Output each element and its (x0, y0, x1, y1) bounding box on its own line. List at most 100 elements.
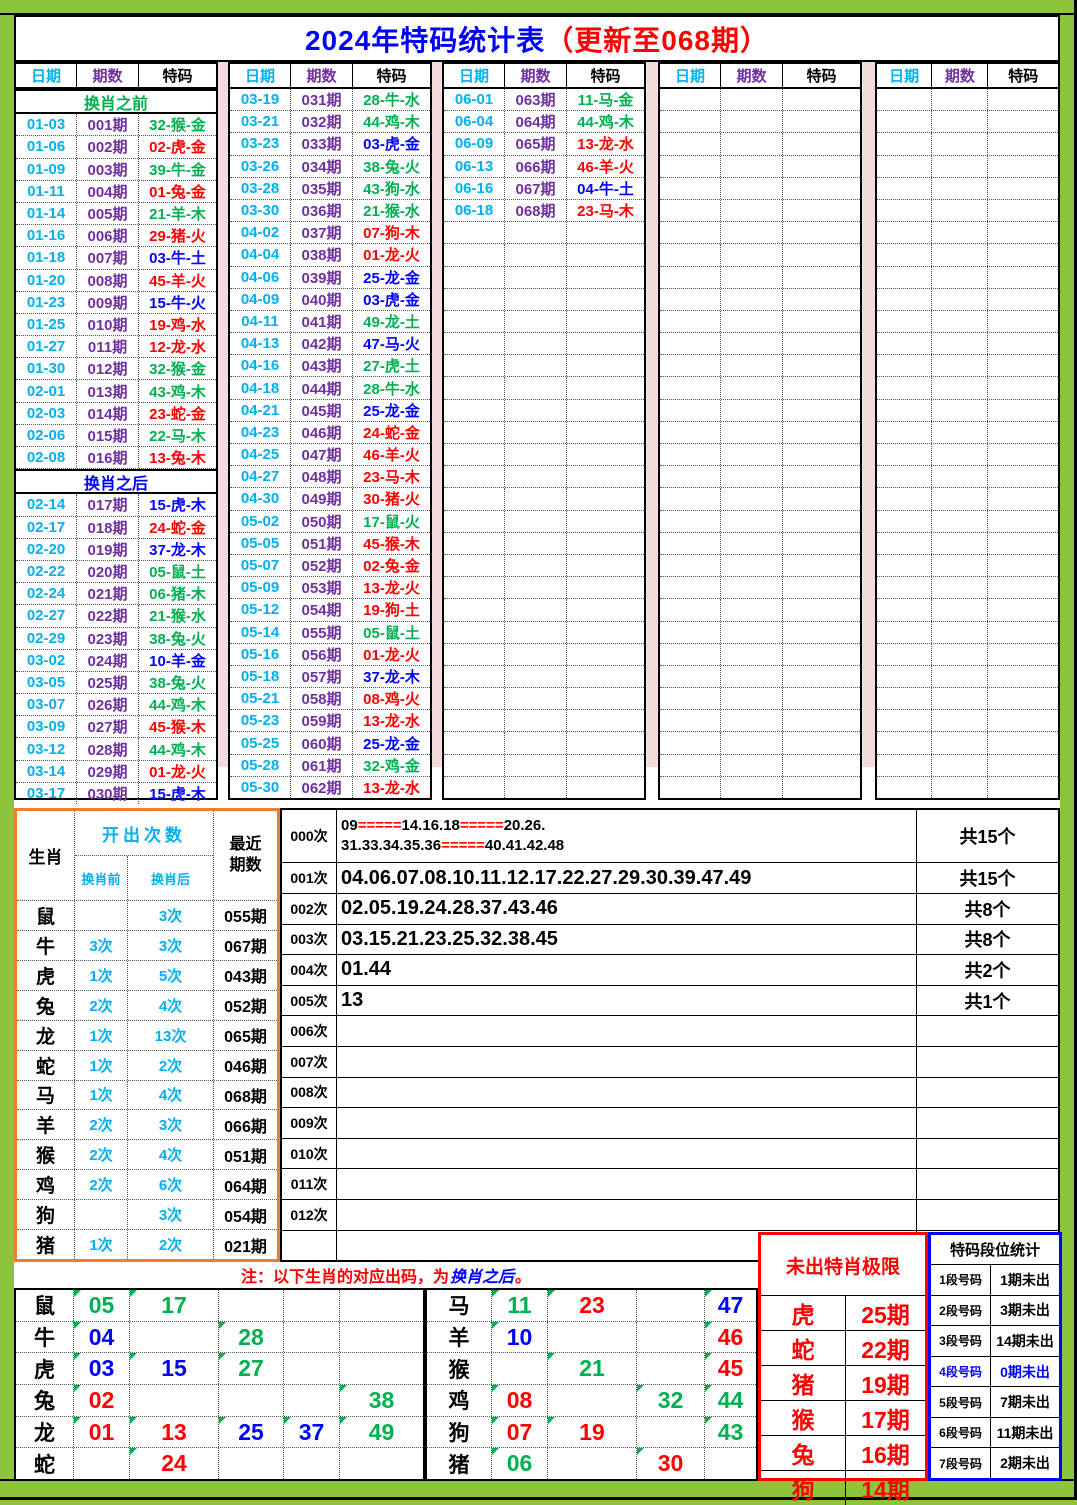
code-column-header: 特码 (782, 64, 860, 87)
date-cell: 01-27 (26, 338, 66, 356)
period-cell: 060期 (290, 732, 352, 754)
frequency-row: 011次 (282, 1169, 1058, 1200)
date-cell (660, 488, 720, 509)
date-cell (660, 599, 720, 620)
code-cell: 02-兔-金 (352, 554, 430, 577)
period-table-body (660, 89, 860, 798)
date-cell: 04-09 (240, 290, 280, 308)
period-cell: 004期 (76, 180, 138, 202)
frequency-total-cell: 共15个 (959, 869, 1016, 890)
table-row: 06-13 066期 46-羊-火 (444, 155, 644, 178)
code-cell: 01-龙-火 (138, 760, 216, 782)
frequency-numbers-cell: 04.06.07.08.10.11.12.17.22.27.29.30.39.4… (337, 863, 917, 893)
table-row: 03-17 030期 15-虎-木 (16, 782, 216, 804)
code-cell (566, 444, 644, 466)
code-cell (987, 510, 1058, 532)
code-cell (987, 333, 1058, 355)
period-cell (931, 266, 987, 288)
date-cell (877, 111, 931, 132)
code-cell (566, 732, 644, 754)
date-cell: 03-28 (240, 179, 280, 197)
period-cell (720, 199, 782, 222)
code-cell (782, 599, 860, 621)
number-cell: 37 (284, 1416, 340, 1448)
frequency-numbers-cell (337, 1108, 917, 1138)
frequency-number-segment: ===== (357, 816, 402, 834)
code-cell: 12-龙-水 (138, 336, 216, 358)
frequency-total-cell: 共1个 (964, 991, 1011, 1012)
date-cell (660, 289, 720, 310)
number-cell (340, 1448, 423, 1479)
table-row: 03-28 035期 43-狗-水 (230, 177, 430, 200)
period-cell: 054期 (290, 599, 352, 621)
frequency-label-cell: 004次 (282, 955, 337, 985)
code-cell (566, 355, 644, 377)
date-cell (877, 289, 931, 310)
table-row (877, 222, 1058, 245)
table-row (877, 111, 1058, 134)
date-cell (877, 222, 931, 243)
date-cell: 05-30 (240, 778, 280, 796)
period-cell (931, 399, 987, 421)
table-row: 03-21 032期 44-鸡-木 (230, 111, 430, 134)
period-cell (931, 377, 987, 399)
period-cell (504, 377, 566, 399)
number-cell (637, 1290, 705, 1321)
frequency-numbers-line: 31.33.34.35.36=====40.41.42.48 (341, 836, 916, 856)
table-row (660, 599, 860, 622)
zodiac-cell: 蛇 (16, 1448, 74, 1480)
number-cell: 15 (130, 1353, 219, 1385)
table-row (660, 643, 860, 666)
zodiac-cell: 猴 (17, 1140, 75, 1170)
period-table-group: 日期 期数 特码 06-01 063期 11-马-金 06-04 064期 44-鸡-木 06-0… (442, 62, 646, 800)
table-row (660, 444, 860, 467)
period-cell (504, 288, 566, 310)
date-cell (444, 577, 504, 598)
table-row (877, 444, 1058, 467)
period-cell (504, 554, 566, 577)
date-cell (660, 688, 720, 709)
date-cell (877, 511, 931, 532)
table-row: 01-25 010期 19-鸡-水 (16, 313, 216, 337)
period-cell (504, 333, 566, 355)
table-row: 03-05 025期 38-兔-火 (16, 671, 216, 695)
code-cell: 21-羊-木 (138, 202, 216, 225)
date-cell (660, 444, 720, 465)
code-cell (782, 754, 860, 776)
period-cell: 032期 (290, 111, 352, 133)
number-cell (637, 1321, 705, 1353)
table-row (877, 643, 1058, 666)
zodiac-number-row: 龙 01 13 25 37 49 (16, 1416, 423, 1449)
number-cell: 49 (340, 1416, 423, 1448)
date-cell (660, 533, 720, 554)
zodiac-stats-row: 兔 2次 4次 052期 (17, 990, 277, 1021)
period-cell (504, 732, 566, 754)
code-cell (782, 199, 860, 222)
date-cell: 02-14 (26, 496, 66, 514)
table-row (660, 288, 860, 311)
number-cell: 10 (492, 1321, 548, 1353)
frequency-numbers-cell (337, 1077, 917, 1108)
recent-period-cell: 066期 (224, 1118, 267, 1136)
period-table-header: 日期 期数 特码 (230, 64, 430, 89)
table-row (877, 532, 1058, 555)
number-cell: 32 (637, 1385, 705, 1416)
zodiac-number-row: 羊 10 46 (427, 1321, 756, 1354)
limit-row: 虎 25期 (761, 1296, 925, 1331)
date-cell (877, 377, 931, 398)
frequency-label-cell: 005次 (282, 985, 337, 1016)
zodiac-number-row: 蛇 24 (16, 1448, 423, 1480)
code-cell (782, 244, 860, 266)
code-cell: 05-鼠-土 (138, 560, 216, 583)
table-row (444, 288, 644, 311)
period-cell: 010期 (76, 313, 138, 336)
date-cell (660, 732, 720, 753)
period-cell (504, 222, 566, 244)
date-cell: 01-18 (26, 249, 66, 267)
table-row (877, 421, 1058, 444)
period-cell: 005期 (76, 202, 138, 225)
period-cell: 016期 (76, 447, 138, 469)
segment-value-cell: 7期未出 (1000, 1394, 1050, 1411)
code-cell (782, 577, 860, 599)
date-cell: 05-21 (240, 690, 280, 708)
